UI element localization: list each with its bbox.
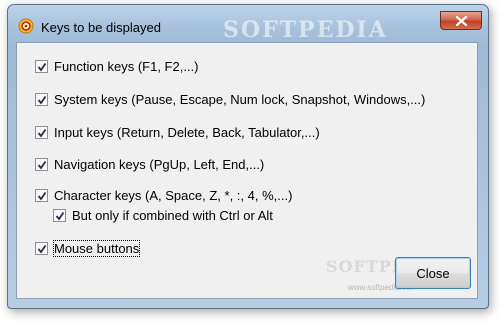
title-bar[interactable]: Keys to be displayed SOFTPEDIA	[8, 5, 488, 43]
checkmark-icon	[37, 244, 47, 254]
app-icon	[18, 18, 34, 34]
option-system-keys[interactable]: System keys (Pause, Escape, Num lock, Sn…	[35, 92, 425, 107]
option-label: Input keys (Return, Delete, Back, Tabula…	[54, 125, 320, 140]
checkbox-mouse-buttons[interactable]	[35, 242, 48, 255]
window-title: Keys to be displayed	[41, 20, 161, 35]
option-function-keys[interactable]: Function keys (F1, F2,...)	[35, 59, 199, 74]
close-window-button[interactable]	[440, 11, 482, 30]
checkmark-icon	[37, 62, 47, 72]
checkmark-icon	[37, 191, 47, 201]
option-label: Function keys (F1, F2,...)	[54, 59, 199, 74]
watermark-top: SOFTPEDIA	[223, 17, 388, 43]
option-label: Navigation keys (PgUp, Left, End,...)	[54, 157, 265, 172]
option-combined-ctrl-alt[interactable]: But only if combined with Ctrl or Alt	[53, 208, 273, 223]
checkmark-icon	[37, 95, 47, 105]
checkmark-icon	[37, 160, 47, 170]
checkmark-icon	[55, 211, 65, 221]
option-label: System keys (Pause, Escape, Num lock, Sn…	[54, 92, 426, 107]
checkbox-navigation-keys[interactable]	[35, 158, 48, 171]
checkbox-character-keys[interactable]	[35, 189, 48, 202]
checkmark-icon	[37, 128, 47, 138]
checkbox-function-keys[interactable]	[35, 60, 48, 73]
checkbox-input-keys[interactable]	[35, 126, 48, 139]
option-label: Mouse buttons	[52, 240, 141, 257]
close-button[interactable]: Close	[395, 257, 471, 289]
option-label: Character keys (A, Space, Z, *, :, 4, %,…	[54, 188, 293, 203]
checkbox-system-keys[interactable]	[35, 93, 48, 106]
option-mouse-buttons[interactable]: Mouse buttons	[35, 240, 141, 257]
checkbox-combined-ctrl-alt[interactable]	[53, 209, 66, 222]
option-navigation-keys[interactable]: Navigation keys (PgUp, Left, End,...)	[35, 157, 264, 172]
option-input-keys[interactable]: Input keys (Return, Delete, Back, Tabula…	[35, 125, 320, 140]
option-label: But only if combined with Ctrl or Alt	[72, 208, 273, 223]
option-character-keys[interactable]: Character keys (A, Space, Z, *, :, 4, %,…	[35, 188, 292, 203]
